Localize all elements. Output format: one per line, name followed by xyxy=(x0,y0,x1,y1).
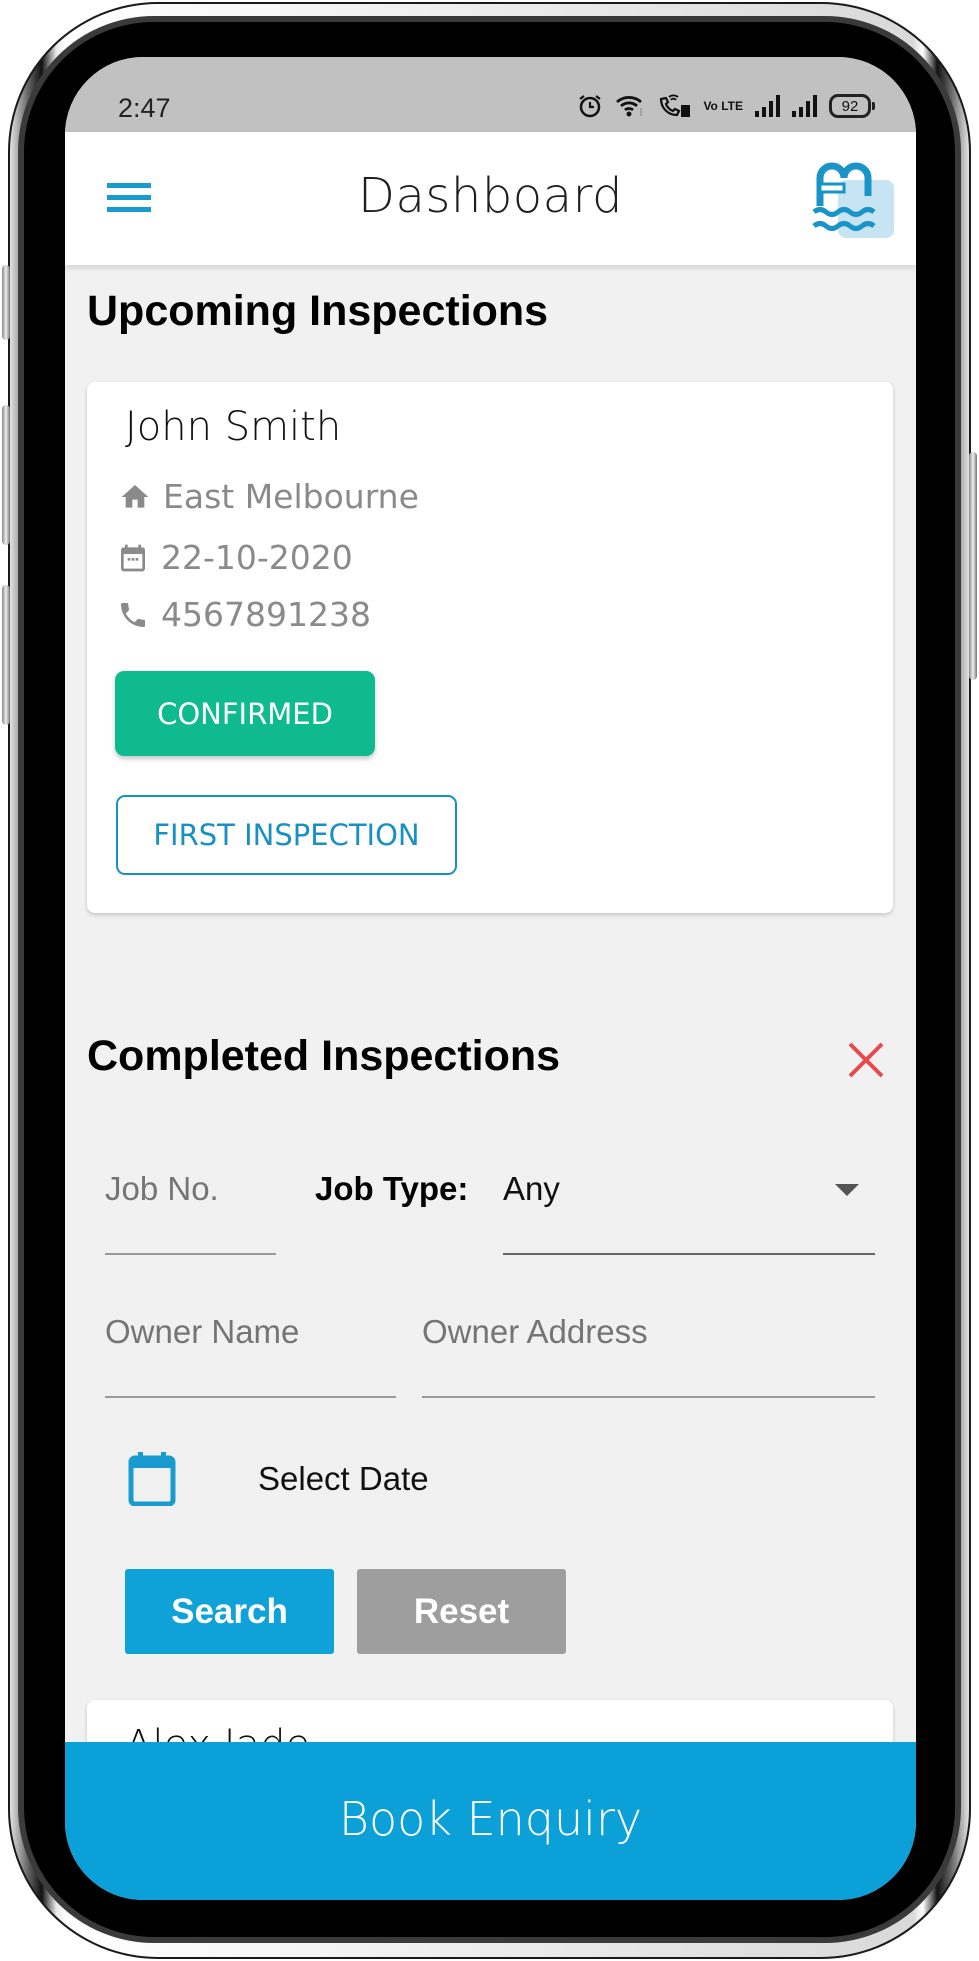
phone-text: 4567891238 xyxy=(161,595,371,634)
book-enquiry-label: Book Enquiry xyxy=(338,1792,643,1846)
close-icon[interactable] xyxy=(846,1040,886,1080)
phone-side-button xyxy=(969,452,977,680)
reset-button[interactable]: Reset xyxy=(357,1569,566,1654)
page-title: Dashboard xyxy=(358,168,623,224)
job-no-input[interactable] xyxy=(105,1170,276,1208)
job-type-value: Any xyxy=(503,1170,560,1207)
book-enquiry-button[interactable]: Book Enquiry xyxy=(65,1742,916,1900)
home-icon xyxy=(121,484,149,508)
owner-address-field[interactable] xyxy=(422,1313,875,1398)
select-date-label: Select Date xyxy=(258,1460,429,1497)
status-bar: 2:47 Vo LTE 92 xyxy=(65,57,916,132)
signal-icon xyxy=(792,95,817,117)
completed-heading: Completed Inspections xyxy=(87,1032,561,1080)
status-time: 2:47 xyxy=(118,93,171,123)
date-text: 22-10-2020 xyxy=(161,538,353,577)
job-type-label: Job Type: xyxy=(315,1170,469,1207)
calendar-icon xyxy=(128,1452,176,1506)
upcoming-heading: Upcoming Inspections xyxy=(87,287,549,335)
signal-icon xyxy=(755,95,780,117)
job-type-dropdown[interactable]: Any xyxy=(503,1170,875,1255)
wifi-icon xyxy=(615,91,645,121)
address-text: East Melbourne xyxy=(163,477,419,516)
calendar-icon xyxy=(121,544,145,571)
confirmed-status-button[interactable]: CONFIRMED xyxy=(115,671,375,756)
upcoming-card[interactable]: John Smith East Melbourne 22-10-2020 456… xyxy=(87,382,893,913)
phone-side-button xyxy=(2,585,10,725)
address-row: East Melbourne xyxy=(119,477,419,516)
search-button[interactable]: Search xyxy=(125,1569,334,1654)
date-row: 22-10-2020 xyxy=(117,538,353,577)
phone-side-button xyxy=(2,405,10,545)
screen: 2:47 Vo LTE 92 Dashboard Upcoming Inspec… xyxy=(65,57,916,1900)
chevron-down-icon xyxy=(835,1184,859,1196)
owner-address-input[interactable] xyxy=(422,1313,875,1351)
status-icons: Vo LTE 92 xyxy=(577,91,875,121)
job-no-field[interactable] xyxy=(105,1170,276,1255)
battery-level: 92 xyxy=(841,97,859,115)
battery-icon: 92 xyxy=(829,94,875,118)
phone-icon xyxy=(121,602,145,627)
owner-name-field[interactable] xyxy=(105,1313,396,1398)
first-inspection-button[interactable]: FIRST INSPECTION xyxy=(116,795,457,875)
phone-side-button xyxy=(2,265,10,340)
pool-ladder-logo xyxy=(812,162,894,238)
volte-icon: Vo LTE xyxy=(703,98,743,113)
alarm-icon xyxy=(577,91,603,121)
phone-row: 4567891238 xyxy=(117,595,371,634)
select-date-picker[interactable]: Select Date xyxy=(128,1452,429,1506)
owner-name-input[interactable] xyxy=(105,1313,396,1351)
app-bar: Dashboard xyxy=(65,132,916,265)
wifi-calling-icon xyxy=(657,91,691,121)
owner-name: John Smith xyxy=(125,404,342,450)
